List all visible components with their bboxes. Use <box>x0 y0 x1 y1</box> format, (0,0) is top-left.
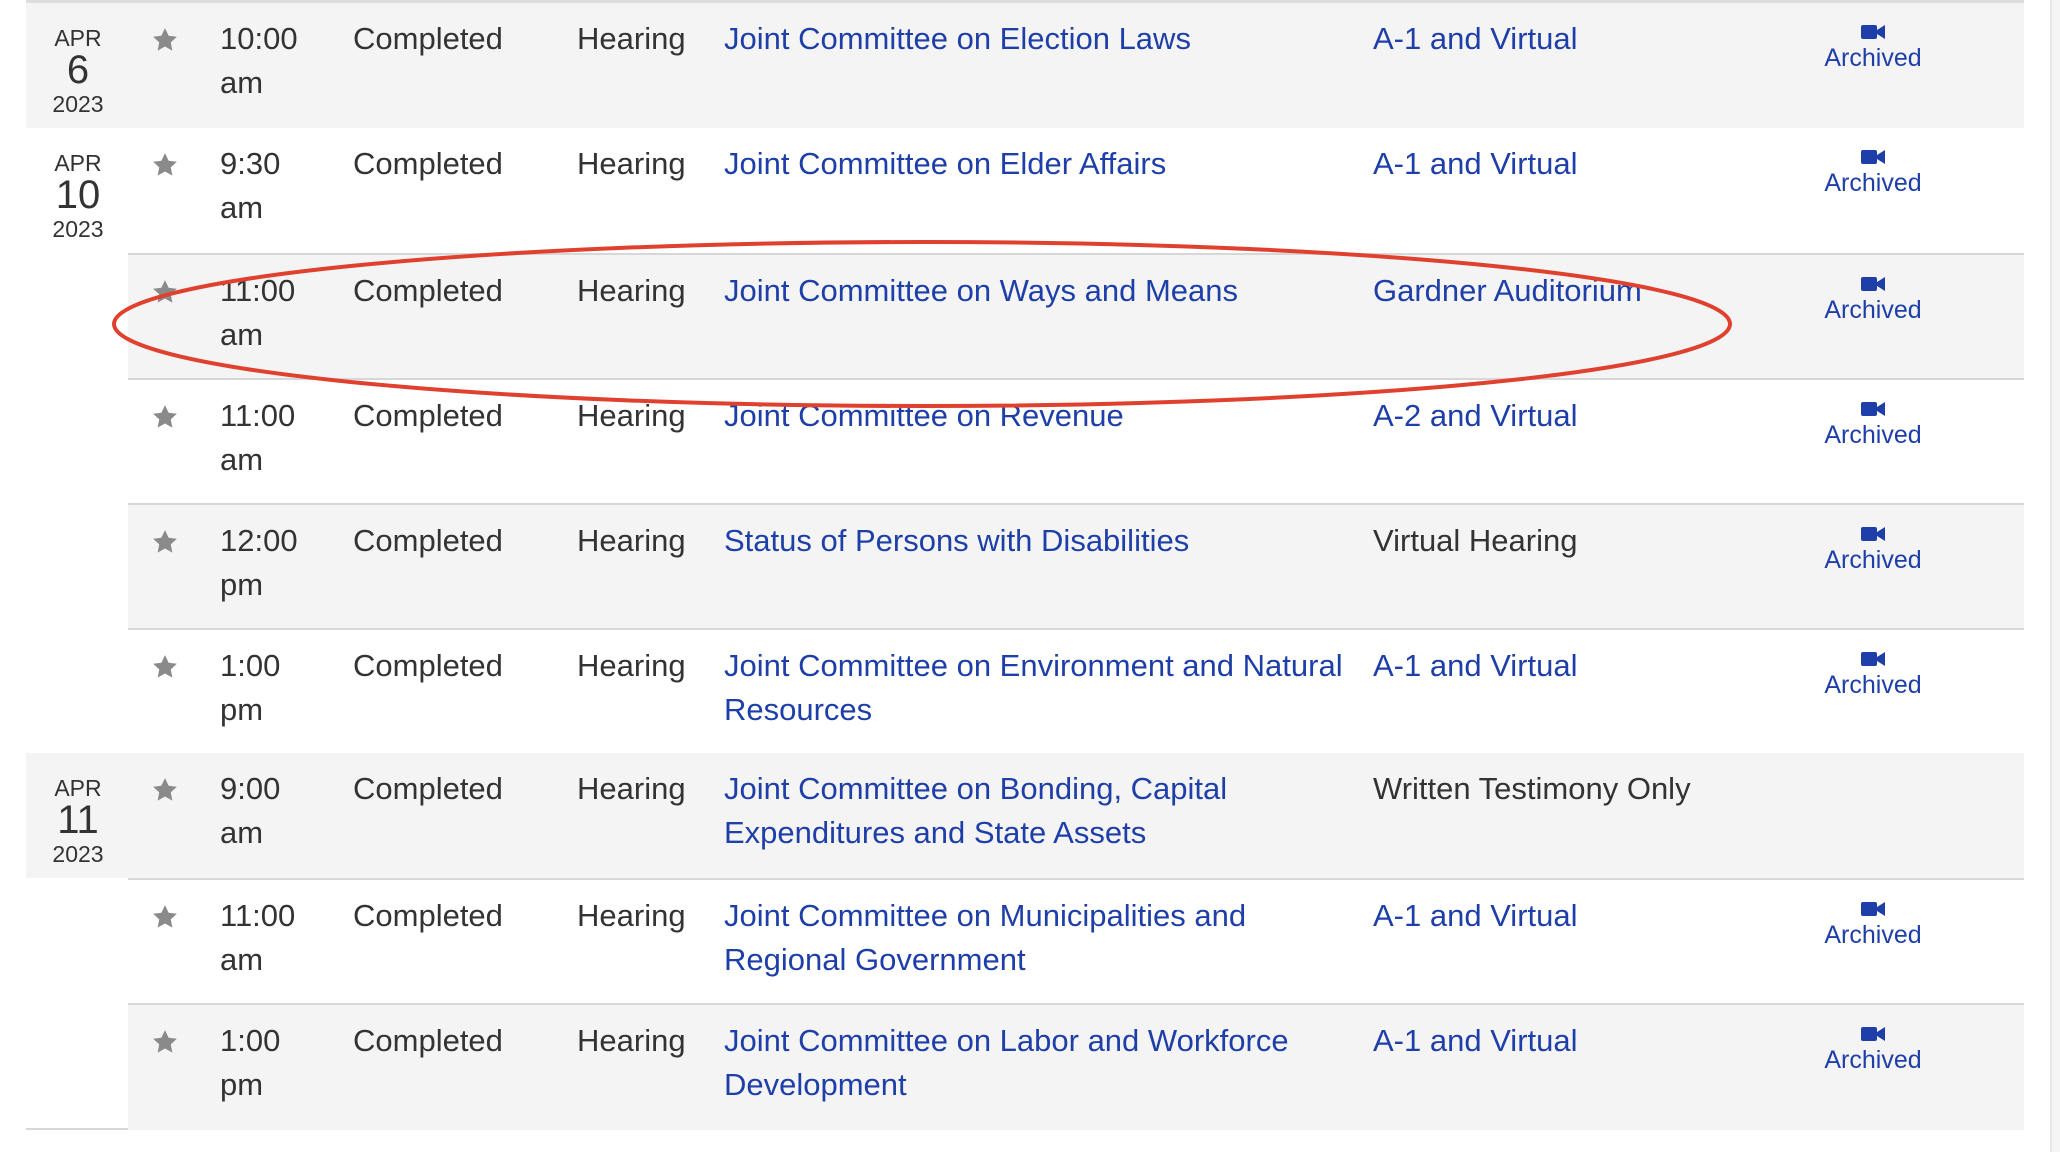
date-day: 11 <box>57 798 99 842</box>
archived-label: Archived <box>1824 44 1922 72</box>
event-time: 11:00 am <box>220 398 296 477</box>
star-icon[interactable] <box>150 652 180 682</box>
archived-label: Archived <box>1824 421 1922 449</box>
event-type: Hearing <box>577 273 686 308</box>
location-text: Written Testimony Only <box>1373 771 1691 806</box>
location-text: Virtual Hearing <box>1373 523 1578 558</box>
star-icon[interactable] <box>150 25 180 55</box>
video-camera-icon <box>1818 1025 1928 1043</box>
archived-video-link[interactable]: Archived <box>1818 148 1928 198</box>
event-status: Completed <box>353 1023 503 1058</box>
archived-label: Archived <box>1824 1046 1922 1074</box>
committee-link[interactable]: Joint Committee on Municipalities and Re… <box>724 894 1344 982</box>
event-type: Hearing <box>577 1023 686 1058</box>
archived-label: Archived <box>1824 296 1922 324</box>
star-icon[interactable] <box>150 902 180 932</box>
table-row: 11:00 am Completed Hearing Joint Committee … <box>128 878 2024 1005</box>
location-link[interactable]: A-1 and Virtual <box>1373 1019 1793 1063</box>
star-icon[interactable] <box>150 527 180 557</box>
committee-link[interactable]: Joint Committee on Labor and Workforce D… <box>724 1019 1344 1107</box>
committee-link[interactable]: Status of Persons with Disabilities <box>724 519 1344 563</box>
star-icon[interactable] <box>150 775 180 805</box>
archived-video-link[interactable]: Archived <box>1818 275 1928 325</box>
location-link[interactable]: Gardner Auditorium <box>1373 269 1793 313</box>
archived-label: Archived <box>1824 921 1922 949</box>
table-row: 1:00 pm Completed Hearing Joint Committee o… <box>128 1003 2024 1130</box>
hearing-schedule: APR 6 2023 10:00 am Completed Hearing Joint Co… <box>0 0 2060 1152</box>
event-type: Hearing <box>577 398 686 433</box>
location-link[interactable]: A-1 and Virtual <box>1373 142 1793 186</box>
archived-video-link[interactable]: Archived <box>1818 400 1928 450</box>
event-date: APR 10 2023 <box>26 150 130 244</box>
star-icon[interactable] <box>150 277 180 307</box>
event-time: 9:00 am <box>220 771 281 850</box>
page-edge <box>2050 0 2060 1152</box>
event-status: Completed <box>353 771 503 806</box>
event-status: Completed <box>353 21 503 56</box>
event-time: 10:00 am <box>220 21 298 100</box>
event-time: 11:00 am <box>220 273 296 352</box>
video-camera-icon <box>1818 400 1928 418</box>
event-type: Hearing <box>577 648 686 683</box>
table-row: 12:00 pm Completed Hearing Status of Person… <box>128 503 2024 630</box>
archived-label: Archived <box>1824 169 1922 197</box>
event-type: Hearing <box>577 21 686 56</box>
committee-link[interactable]: Joint Committee on Bonding, Capital Expe… <box>724 767 1344 855</box>
table-row: 10:00 am Completed Hearing Joint Committee … <box>128 3 2024 128</box>
archived-label: Archived <box>1824 671 1922 699</box>
event-status: Completed <box>353 648 503 683</box>
video-camera-icon <box>1818 525 1928 543</box>
archived-video-link[interactable]: Archived <box>1818 1025 1928 1075</box>
event-status: Completed <box>353 523 503 558</box>
archived-video-link[interactable]: Archived <box>1818 900 1928 950</box>
location-link[interactable]: A-2 and Virtual <box>1373 394 1793 438</box>
archived-video-link[interactable]: Archived <box>1818 23 1928 73</box>
event-type: Hearing <box>577 898 686 933</box>
video-camera-icon <box>1818 900 1928 918</box>
video-camera-icon <box>1818 23 1928 41</box>
event-status: Completed <box>353 398 503 433</box>
event-type: Hearing <box>577 523 686 558</box>
event-time: 1:00 pm <box>220 1023 281 1102</box>
committee-link[interactable]: Joint Committee on Ways and Means <box>724 269 1344 313</box>
event-type: Hearing <box>577 771 686 806</box>
event-status: Completed <box>353 898 503 933</box>
archived-video-link[interactable]: Archived <box>1818 650 1928 700</box>
table-row: 9:30 am Completed Hearing Joint Committee o… <box>128 128 2024 253</box>
event-time: 9:30 am <box>220 146 281 225</box>
event-date: APR 11 2023 <box>26 775 130 869</box>
event-status: Completed <box>353 146 503 181</box>
event-time: 1:00 pm <box>220 648 281 727</box>
table-row: 11:00 am Completed Hearing Joint Committee … <box>128 253 2024 380</box>
archived-video-link[interactable]: Archived <box>1818 525 1928 575</box>
event-time: 12:00 pm <box>220 523 298 602</box>
video-camera-icon <box>1818 148 1928 166</box>
star-icon[interactable] <box>150 1027 180 1057</box>
event-status: Completed <box>353 273 503 308</box>
location-link[interactable]: A-1 and Virtual <box>1373 17 1793 61</box>
event-type: Hearing <box>577 146 686 181</box>
committee-link[interactable]: Joint Committee on Election Laws <box>724 17 1344 61</box>
event-date: APR 6 2023 <box>26 25 130 119</box>
committee-link[interactable]: Joint Committee on Environment and Natur… <box>724 644 1344 732</box>
location-link[interactable]: A-1 and Virtual <box>1373 644 1793 688</box>
committee-link[interactable]: Joint Committee on Elder Affairs <box>724 142 1344 186</box>
video-camera-icon <box>1818 650 1928 668</box>
star-icon[interactable] <box>150 402 180 432</box>
location-link[interactable]: A-1 and Virtual <box>1373 894 1793 938</box>
table-row: 11:00 am Completed Hearing Joint Committee … <box>128 378 2024 505</box>
archived-label: Archived <box>1824 546 1922 574</box>
star-icon[interactable] <box>150 150 180 180</box>
date-year: 2023 <box>52 91 104 117</box>
table-row: 1:00 pm Completed Hearing Joint Committee o… <box>128 628 2024 755</box>
event-time: 11:00 am <box>220 898 296 977</box>
video-camera-icon <box>1818 275 1928 293</box>
committee-link[interactable]: Joint Committee on Revenue <box>724 394 1344 438</box>
date-day: 6 <box>66 48 90 92</box>
date-year: 2023 <box>52 841 104 867</box>
date-year: 2023 <box>52 216 104 242</box>
table-row: 9:00 am Completed Hearing Joint Committee o… <box>128 753 2024 878</box>
date-day: 10 <box>55 173 101 217</box>
